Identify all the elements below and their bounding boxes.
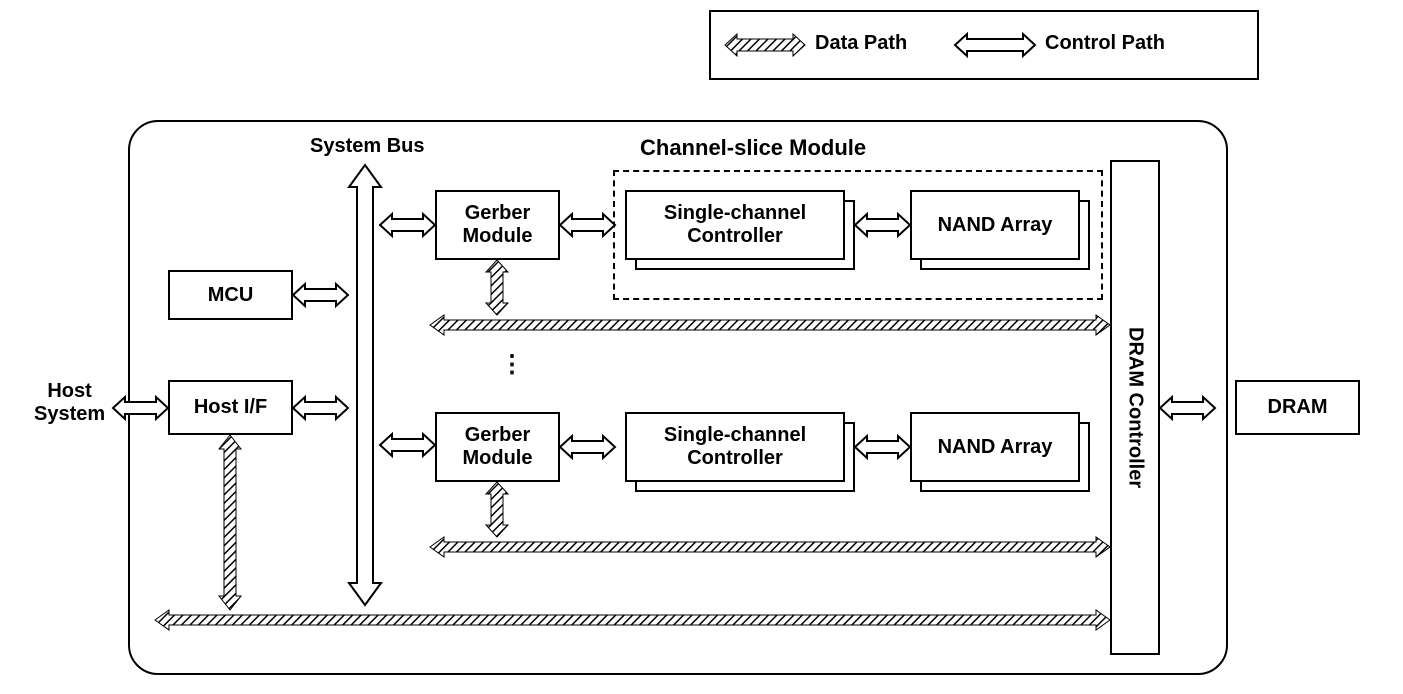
scc2-block: Single-channel Controller [625, 412, 845, 482]
channel-slice-label: Channel-slice Module [640, 135, 866, 161]
gerber2-label: Gerber Module [463, 424, 533, 470]
scc1-nand1-arrow [855, 210, 910, 240]
bus-gerber2-arrow [380, 430, 435, 460]
dram-label: DRAM [1268, 396, 1328, 419]
bus-gerber1-arrow [380, 210, 435, 240]
gerber1-data-arrow [482, 260, 512, 315]
gerber2-data-arrow [482, 482, 512, 537]
dram-controller-block: DRAM Controller [1110, 160, 1160, 655]
gerber1-label: Gerber Module [463, 202, 533, 248]
system-bus-label: System Bus [310, 135, 425, 158]
nand2-label: NAND Array [938, 436, 1053, 459]
host-system-arrow [113, 393, 168, 423]
dram-block: DRAM [1235, 380, 1360, 435]
gerber2-block: Gerber Module [435, 412, 560, 482]
mcu-bus-arrow [293, 280, 348, 310]
scc2-label: Single-channel Controller [664, 424, 806, 470]
bottom-data-bus-arrow [155, 608, 1110, 632]
legend-control-path-arrow [955, 30, 1035, 60]
host-if-block: Host I/F [168, 380, 293, 435]
gerber1-block: Gerber Module [435, 190, 560, 260]
mid-data-bus-arrow [430, 535, 1110, 559]
legend-control-path-label: Control Path [1045, 32, 1165, 55]
nand1-block: NAND Array [910, 190, 1080, 260]
mcu-block: MCU [168, 270, 293, 320]
nand2-block: NAND Array [910, 412, 1080, 482]
system-bus-arrow [345, 165, 385, 605]
host-system-label: HostSystem [34, 380, 105, 426]
legend-data-path-arrow [725, 30, 805, 60]
host-if-bus-arrow [293, 393, 348, 423]
host-if-data-arrow [215, 435, 245, 610]
top-data-bus-arrow [430, 313, 1110, 337]
scc2-nand2-arrow [855, 432, 910, 462]
ellipsis: ⋮ [500, 350, 524, 379]
mcu-label: MCU [208, 284, 254, 307]
dram-controller-label: DRAM Controller [1124, 327, 1147, 488]
nand1-label: NAND Array [938, 214, 1053, 237]
host-if-label: Host I/F [194, 396, 267, 419]
gerber2-scc2-arrow [560, 432, 615, 462]
gerber1-scc1-arrow [560, 210, 615, 240]
dramctrl-dram-arrow [1160, 393, 1215, 423]
scc1-label: Single-channel Controller [664, 202, 806, 248]
legend-data-path-label: Data Path [815, 32, 907, 55]
scc1-block: Single-channel Controller [625, 190, 845, 260]
